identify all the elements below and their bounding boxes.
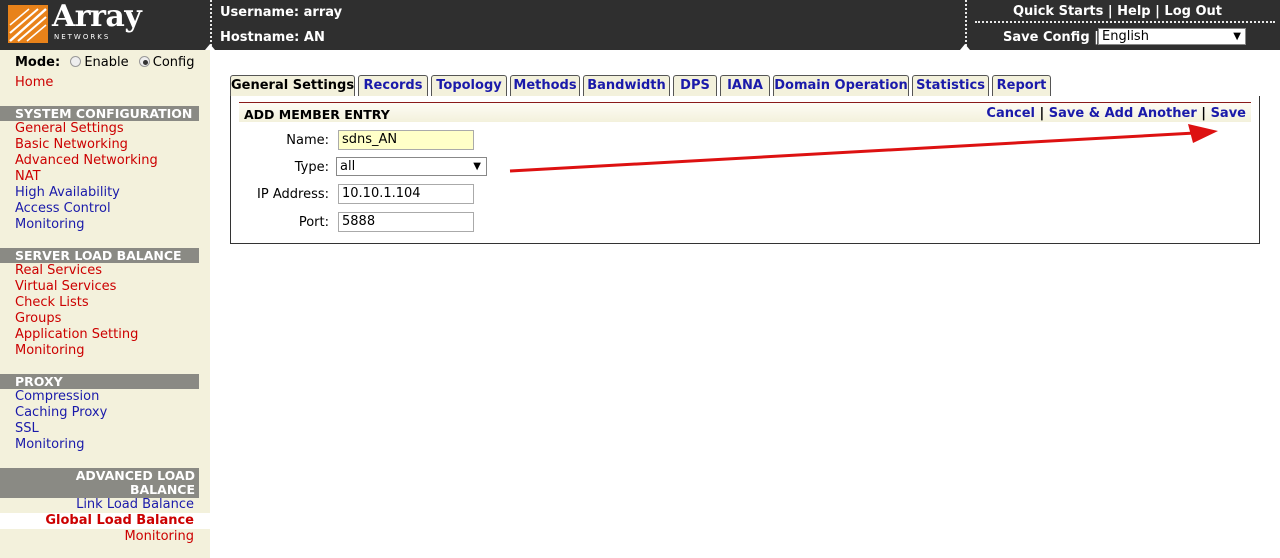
link-separator: | xyxy=(1155,4,1160,19)
sidebar-item-check-lists[interactable]: Check Lists xyxy=(15,295,89,311)
sidebar-item-groups[interactable]: Groups xyxy=(15,311,61,327)
header-divider xyxy=(965,0,967,46)
tab-general-settings[interactable]: General Settings xyxy=(230,75,355,97)
logo-mark-icon xyxy=(8,5,48,43)
sidebar-item-real-services[interactable]: Real Services xyxy=(15,263,102,279)
header-divider xyxy=(210,0,212,46)
chevron-down-icon: ▼ xyxy=(1233,31,1241,42)
add-member-panel: ADD MEMBER ENTRY Cancel | Save & Add Ano… xyxy=(230,96,1260,244)
mode-config-label: Config xyxy=(152,55,195,70)
tab-bandwidth[interactable]: Bandwidth xyxy=(583,75,670,96)
sidebar: Mode: Enable Config Home SYSTEM CONFIGUR… xyxy=(0,50,210,558)
top-header: Array NETWORKS Username: array Hostname:… xyxy=(0,0,1280,50)
sidebar-item-ssl[interactable]: SSL xyxy=(15,421,39,437)
sidebar-item-caching-proxy[interactable]: Caching Proxy xyxy=(15,405,107,421)
hostname-label: Hostname: AN xyxy=(220,30,325,45)
quick-starts-link[interactable]: Quick Starts xyxy=(1013,4,1103,19)
sidebar-item-proxy-monitoring[interactable]: Monitoring xyxy=(15,437,85,453)
language-value: English xyxy=(1102,29,1149,44)
header-dotted-rule xyxy=(975,21,1275,23)
tab-domain-operation[interactable]: Domain Operation xyxy=(773,75,909,96)
port-field[interactable]: 5888 xyxy=(338,212,474,232)
array-networks-logo[interactable]: Array NETWORKS xyxy=(8,0,148,45)
tab-methods[interactable]: Methods xyxy=(510,75,580,96)
link-separator: | xyxy=(1107,4,1113,19)
sidebar-item-slb-monitoring[interactable]: Monitoring xyxy=(15,343,85,359)
mode-label: Mode: xyxy=(15,55,61,70)
save-config-link[interactable]: Save Config | xyxy=(1003,30,1099,45)
help-link[interactable]: Help xyxy=(1117,4,1150,19)
logo-text: Array xyxy=(52,0,142,34)
divider-notch-icon xyxy=(960,44,970,50)
section-header-server-load-balance: SERVER LOAD BALANCE xyxy=(0,248,199,263)
header-links: Quick Starts | Help | Log Out xyxy=(1013,4,1222,19)
username-label: Username: array xyxy=(220,5,343,20)
type-label: Type: xyxy=(294,160,329,175)
form-actions: Cancel | Save & Add Another | Save xyxy=(986,106,1246,121)
sidebar-item-link-load-balance[interactable]: Link Load Balance xyxy=(76,497,194,513)
panel-title: ADD MEMBER ENTRY xyxy=(244,107,390,122)
type-value: all xyxy=(340,159,356,174)
chevron-down-icon: ▼ xyxy=(473,161,481,172)
tab-iana[interactable]: IANA xyxy=(720,75,770,96)
save-button[interactable]: Save xyxy=(1211,106,1246,121)
section-header-proxy: PROXY xyxy=(0,374,199,389)
tab-records[interactable]: Records xyxy=(358,75,428,96)
mode-switch: Mode: Enable Config xyxy=(15,55,194,70)
section-title-line: BALANCE xyxy=(129,482,195,497)
section-title-line: ADVANCED LOAD xyxy=(75,468,195,483)
section-header-system-configuration: SYSTEM CONFIGURATION xyxy=(0,106,199,121)
sidebar-item-advanced-networking[interactable]: Advanced Networking xyxy=(15,153,158,169)
tab-report[interactable]: Report xyxy=(992,75,1051,96)
sidebar-item-basic-networking[interactable]: Basic Networking xyxy=(15,137,128,153)
sidebar-item-access-control[interactable]: Access Control xyxy=(15,201,111,217)
sidebar-item-glb-monitoring[interactable]: Monitoring xyxy=(124,529,194,545)
logo-subtext: NETWORKS xyxy=(54,33,111,41)
sidebar-item-nat[interactable]: NAT xyxy=(15,169,41,185)
sidebar-item-virtual-services[interactable]: Virtual Services xyxy=(15,279,116,295)
sidebar-item-general-settings[interactable]: General Settings xyxy=(15,121,124,137)
sidebar-item-home[interactable]: Home xyxy=(15,75,53,91)
language-select[interactable]: English ▼ xyxy=(1098,28,1246,45)
name-field[interactable]: sdns_AN xyxy=(338,130,474,150)
name-label: Name: xyxy=(286,133,329,148)
save-and-add-another-button[interactable]: Save & Add Another xyxy=(1049,106,1197,121)
port-label: Port: xyxy=(298,215,329,230)
mode-enable-radio[interactable] xyxy=(70,56,82,67)
sidebar-item-monitoring[interactable]: Monitoring xyxy=(15,217,85,233)
tab-dps[interactable]: DPS xyxy=(673,75,717,96)
section-header-advanced-load-balance: ADVANCED LOAD BALANCE xyxy=(0,468,199,498)
sidebar-item-global-load-balance[interactable]: Global Load Balance xyxy=(45,513,194,529)
type-select[interactable]: all ▼ xyxy=(336,157,487,176)
ip-address-label: IP Address: xyxy=(257,187,329,202)
cancel-button[interactable]: Cancel xyxy=(986,106,1035,121)
tab-statistics[interactable]: Statistics xyxy=(912,75,989,96)
mode-enable-label: Enable xyxy=(84,55,129,70)
sidebar-item-application-setting[interactable]: Application Setting xyxy=(15,327,138,343)
sidebar-item-compression[interactable]: Compression xyxy=(15,389,99,405)
ip-address-field[interactable]: 10.10.1.104 xyxy=(338,184,474,204)
mode-config-radio[interactable] xyxy=(138,56,150,67)
tab-topology[interactable]: Topology xyxy=(431,75,507,96)
panel-title-bar: ADD MEMBER ENTRY Cancel | Save & Add Ano… xyxy=(239,102,1251,122)
log-out-link[interactable]: Log Out xyxy=(1164,4,1222,19)
sidebar-item-high-availability[interactable]: High Availability xyxy=(15,185,120,201)
